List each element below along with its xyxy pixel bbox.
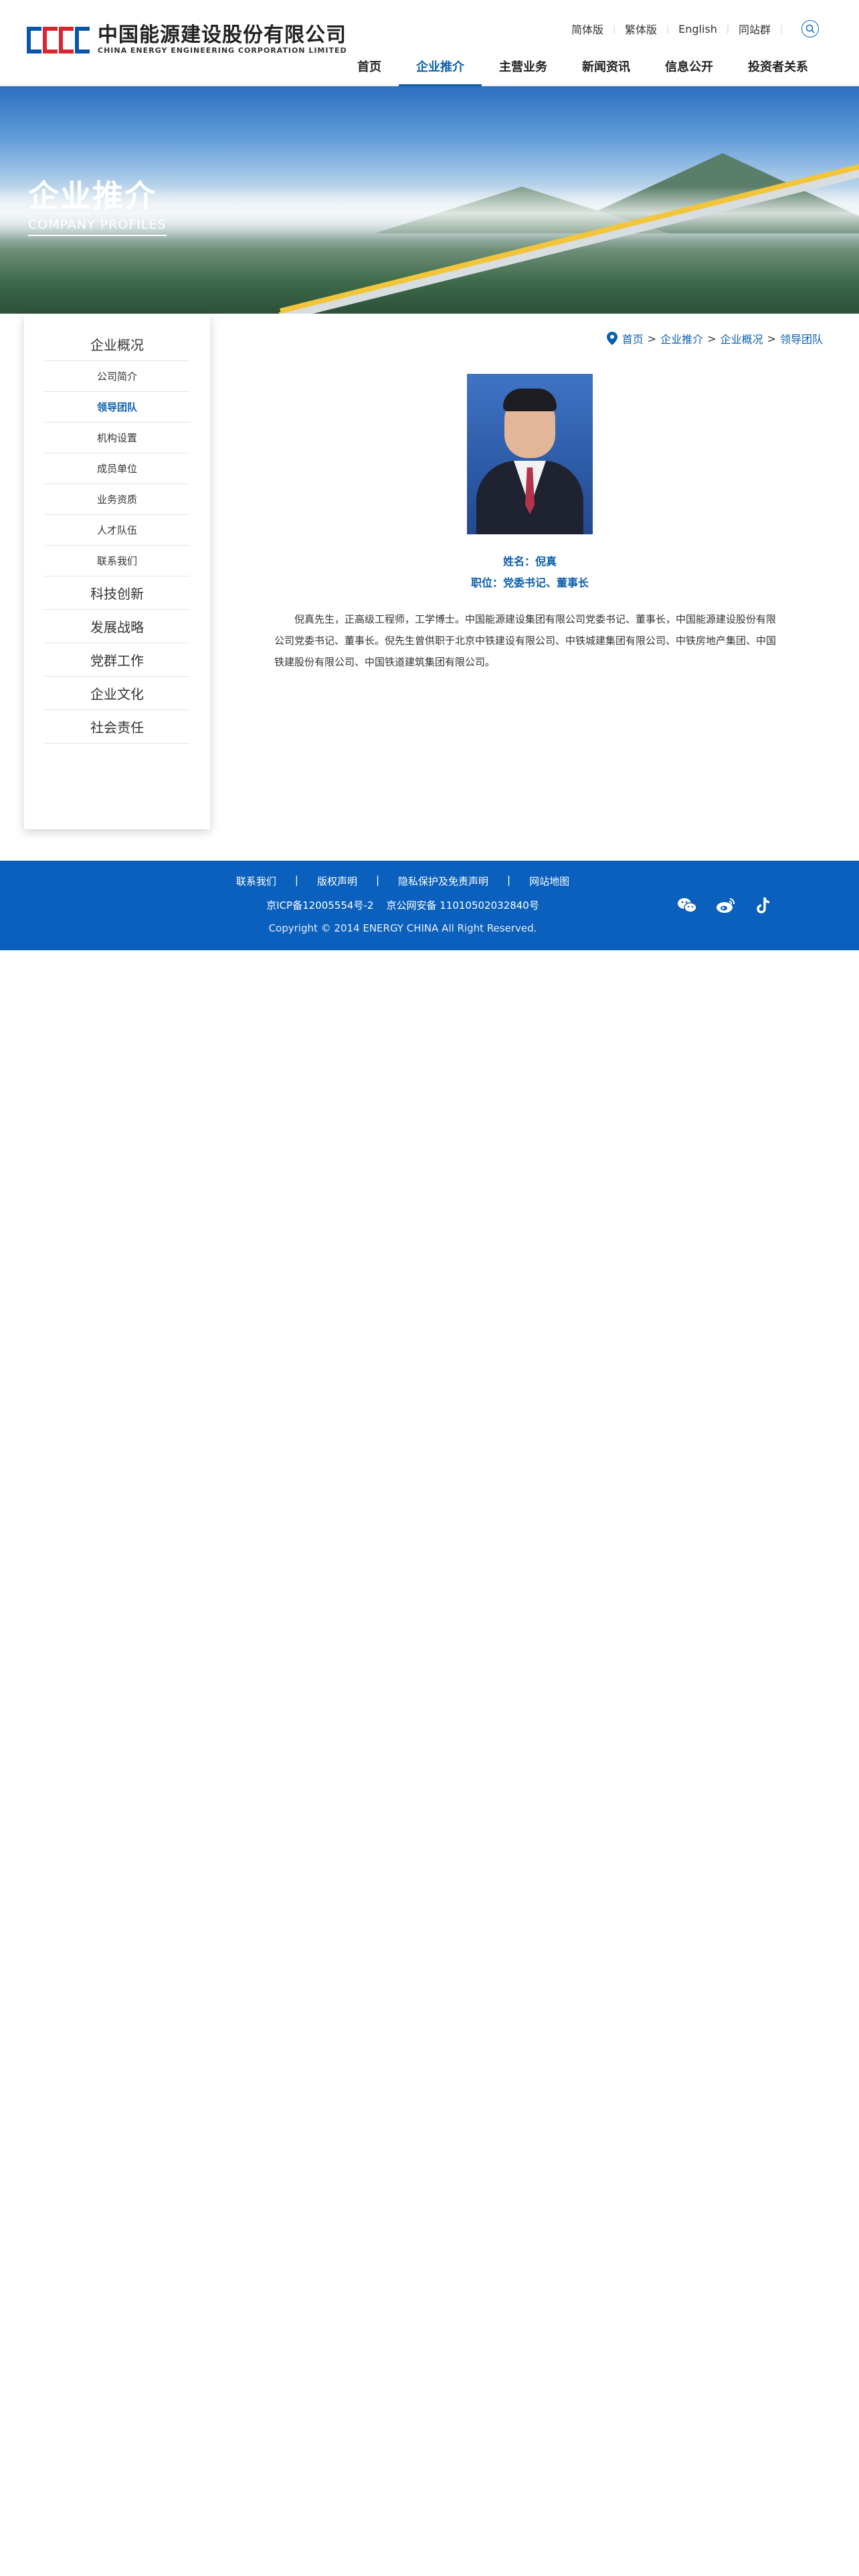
breadcrumb-leadership[interactable]: 领导团队 <box>780 330 823 346</box>
leader-bio: 倪真先生，正高级工程师，工学博士。中国能源建设集团有限公司党委书记、董事长，中国… <box>274 613 777 668</box>
sidebar-item-culture[interactable]: 企业文化 <box>44 677 190 710</box>
breadcrumb-home[interactable]: 首页 <box>622 330 644 346</box>
breadcrumb-company-overview[interactable]: 企业概况 <box>721 330 763 346</box>
logo-mark-c2 <box>75 27 90 53</box>
logo-english-name: CHINA ENERGY ENGINEERING CORPORATION LIM… <box>98 46 347 55</box>
banner-subtitle: COMPANY PROFILES <box>28 217 167 236</box>
social-links <box>676 894 776 917</box>
nav-home[interactable]: 首页 <box>340 47 399 86</box>
separator: | <box>726 24 729 33</box>
footer-copyright: Copyright © 2014 ENERGY CHINA All Right … <box>268 922 537 934</box>
footer-link-contact[interactable]: 联系我们 <box>236 874 276 888</box>
footer-links: 联系我们 | 版权声明 | 隐私保护及免责声明 | 网站地图 <box>0 874 859 888</box>
footer-separator: | <box>294 874 298 886</box>
separator: | <box>666 24 670 33</box>
douyin-icon[interactable] <box>753 894 776 917</box>
sidebar-sub-company-intro[interactable]: 公司简介 <box>44 361 190 392</box>
cec-logo-mark <box>27 27 90 53</box>
leader-name: 姓名：倪真 <box>502 555 557 568</box>
banner-title: 企业推介 <box>28 178 157 214</box>
portrait-hair <box>503 389 557 411</box>
company-logo[interactable]: 中国能源建设股份有限公司 CHINA ENERGY ENGINEERING CO… <box>27 24 347 56</box>
nav-news[interactable]: 新闻资讯 <box>565 47 648 86</box>
site-header: 中国能源建设股份有限公司 CHINA ENERGY ENGINEERING CO… <box>0 0 859 86</box>
sidebar-sub-qualifications[interactable]: 业务资质 <box>44 484 190 515</box>
search-icon <box>805 24 815 33</box>
logo-mark-e2 <box>59 27 74 53</box>
sidebar: 企业概况 公司简介 领导团队 机构设置 成员单位 业务资质 人才队伍 联系我们 … <box>24 314 210 829</box>
sidebar-item-strategy[interactable]: 发展战略 <box>44 610 190 643</box>
wechat-icon[interactable] <box>676 894 698 917</box>
weibo-icon[interactable] <box>714 894 737 917</box>
breadcrumb-separator: > <box>707 332 717 345</box>
separator: | <box>779 24 783 33</box>
sidebar-item-social-responsibility[interactable]: 社会责任 <box>44 710 190 744</box>
logo-mark-c1 <box>27 27 41 53</box>
sidebar-item-company-overview[interactable]: 企业概况 <box>44 328 190 361</box>
sidebar-sub-leadership[interactable]: 领导团队 <box>44 392 190 423</box>
footer-link-copyright[interactable]: 版权声明 <box>317 874 357 888</box>
location-pin-icon <box>606 331 618 346</box>
sidebar-sub-organization[interactable]: 机构设置 <box>44 423 190 453</box>
link-english[interactable]: English <box>678 23 717 35</box>
link-traditional[interactable]: 繁体版 <box>625 21 657 37</box>
sidebar-item-party-work[interactable]: 党群工作 <box>44 643 190 677</box>
footer-link-privacy[interactable]: 隐私保护及免责声明 <box>398 874 488 888</box>
site-footer: 联系我们 | 版权声明 | 隐私保护及免责声明 | 网站地图 京ICP备1200… <box>0 861 859 950</box>
breadcrumb: 首页 > 企业推介 > 企业概况 > 领导团队 <box>606 330 823 346</box>
logo-text: 中国能源建设股份有限公司 CHINA ENERGY ENGINEERING CO… <box>98 25 347 56</box>
footer-separator: | <box>507 874 511 886</box>
separator: | <box>613 24 616 33</box>
logo-chinese-name: 中国能源建设股份有限公司 <box>98 23 347 47</box>
search-button[interactable] <box>801 20 819 37</box>
breadcrumb-company-profile[interactable]: 企业推介 <box>660 330 703 346</box>
main-nav: 首页 企业推介 主营业务 新闻资讯 信息公开 投资者关系 <box>340 47 826 86</box>
page-banner: 企业推介 COMPANY PROFILES <box>0 86 859 314</box>
nav-company-profile[interactable]: 企业推介 <box>399 47 482 86</box>
link-simplified[interactable]: 简体版 <box>571 21 603 37</box>
leader-portrait <box>467 374 593 534</box>
breadcrumb-separator: > <box>767 332 776 345</box>
leader-position: 职位：党委书记、董事长 <box>470 576 589 589</box>
footer-separator: | <box>375 874 380 886</box>
breadcrumb-separator: > <box>647 332 657 345</box>
nav-investor-relations[interactable]: 投资者关系 <box>731 47 826 86</box>
sidebar-sub-talent[interactable]: 人才队伍 <box>44 515 190 546</box>
sidebar-sub-member-units[interactable]: 成员单位 <box>44 453 190 484</box>
top-links: 简体版 | 繁体版 | English | 同站群 | <box>571 20 819 37</box>
nav-information-disclosure[interactable]: 信息公开 <box>648 47 731 86</box>
link-site-group[interactable]: 同站群 <box>739 21 771 37</box>
logo-mark-e <box>43 27 58 53</box>
footer-link-sitemap[interactable]: 网站地图 <box>529 874 569 888</box>
nav-main-business[interactable]: 主营业务 <box>482 47 565 86</box>
